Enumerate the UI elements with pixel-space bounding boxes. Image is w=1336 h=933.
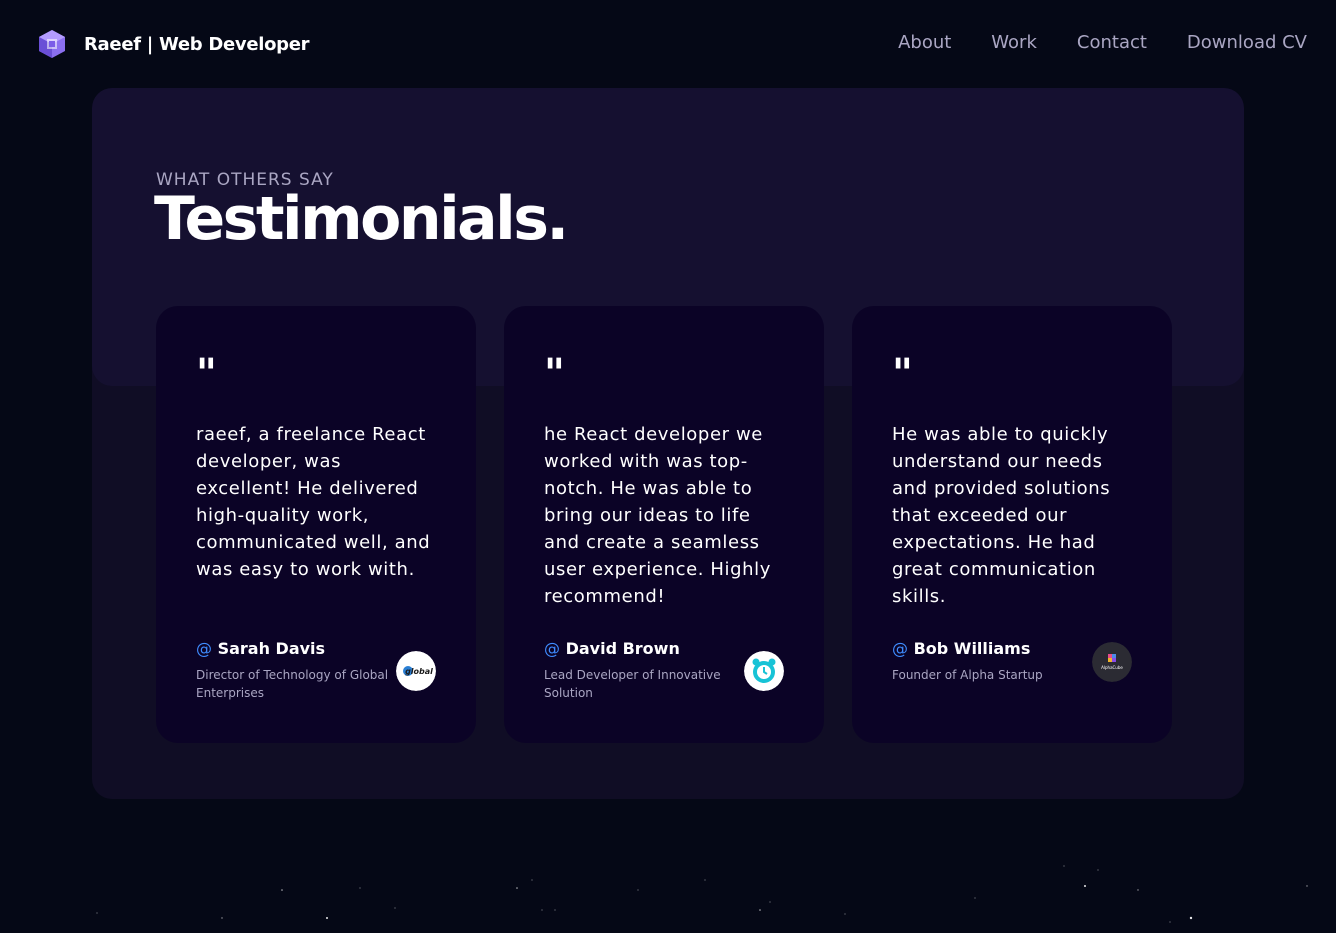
nav-links: About Work Contact Download CV bbox=[898, 32, 1307, 53]
alpha-startup-logo-icon: AlphaCube bbox=[1092, 642, 1132, 682]
alarm-clock-logo-icon bbox=[744, 651, 784, 691]
page: Raeef | Web Developer About Work Contact… bbox=[0, 0, 1336, 933]
section-title: Testimonials. bbox=[154, 184, 569, 254]
brand-name: Raeef | Web Developer bbox=[84, 33, 310, 55]
at-symbol: @ bbox=[196, 639, 212, 658]
nav-link-contact[interactable]: Contact bbox=[1077, 32, 1147, 53]
brand-link[interactable]: Raeef | Web Developer bbox=[38, 29, 310, 59]
alpha-logo-text: AlphaCube bbox=[1101, 665, 1123, 670]
quote-icon: " bbox=[892, 351, 913, 397]
testimonial-author: @ David Brown Lead Developer of Innovati… bbox=[544, 639, 744, 702]
author-name: David Brown bbox=[565, 639, 680, 658]
at-symbol: @ bbox=[544, 639, 560, 658]
author-name-line: @ David Brown bbox=[544, 639, 744, 658]
author-role: Founder of Alpha Startup bbox=[892, 668, 1043, 682]
nav-link-download-cv[interactable]: Download CV bbox=[1187, 32, 1307, 53]
author-name-line: @ Bob Williams bbox=[892, 639, 1092, 658]
quote-icon: " bbox=[544, 351, 565, 397]
global-logo-text: global bbox=[405, 667, 433, 676]
testimonial-card: " he React developer we worked with was … bbox=[504, 306, 824, 743]
at-symbol: @ bbox=[892, 639, 908, 658]
author-name: Bob Williams bbox=[913, 639, 1031, 658]
nav-link-about[interactable]: About bbox=[898, 32, 951, 53]
testimonial-author: @ Sarah Davis Director of Technology of … bbox=[196, 639, 396, 702]
logo-cube-icon bbox=[39, 30, 65, 58]
testimonial-text: raeef, a freelance React developer, was … bbox=[196, 424, 431, 580]
testimonial-card: " He was able to quickly understand our … bbox=[852, 306, 1172, 743]
testimonial-author: @ Bob Williams Founder of Alpha Startup bbox=[892, 639, 1092, 684]
testimonials-section: WHAT OTHERS SAY Testimonials. " raeef, a… bbox=[92, 88, 1244, 799]
testimonial-cards: " raeef, a freelance React developer, wa… bbox=[156, 306, 1172, 743]
navbar: Raeef | Web Developer About Work Contact… bbox=[0, 0, 1336, 88]
quote-icon: " bbox=[196, 351, 217, 397]
testimonial-text: he React developer we worked with was to… bbox=[544, 424, 772, 607]
author-name-line: @ Sarah Davis bbox=[196, 639, 396, 658]
author-role: Lead Developer of Innovative Solution bbox=[544, 668, 721, 700]
testimonial-text: He was able to quickly understand our ne… bbox=[892, 424, 1111, 607]
author-role: Director of Technology of Global Enterpr… bbox=[196, 668, 389, 700]
nav-link-work[interactable]: Work bbox=[991, 32, 1037, 53]
global-logo-icon: global bbox=[396, 651, 436, 691]
testimonial-card: " raeef, a freelance React developer, wa… bbox=[156, 306, 476, 743]
starfield-background bbox=[96, 865, 1308, 923]
author-name: Sarah Davis bbox=[217, 639, 326, 658]
